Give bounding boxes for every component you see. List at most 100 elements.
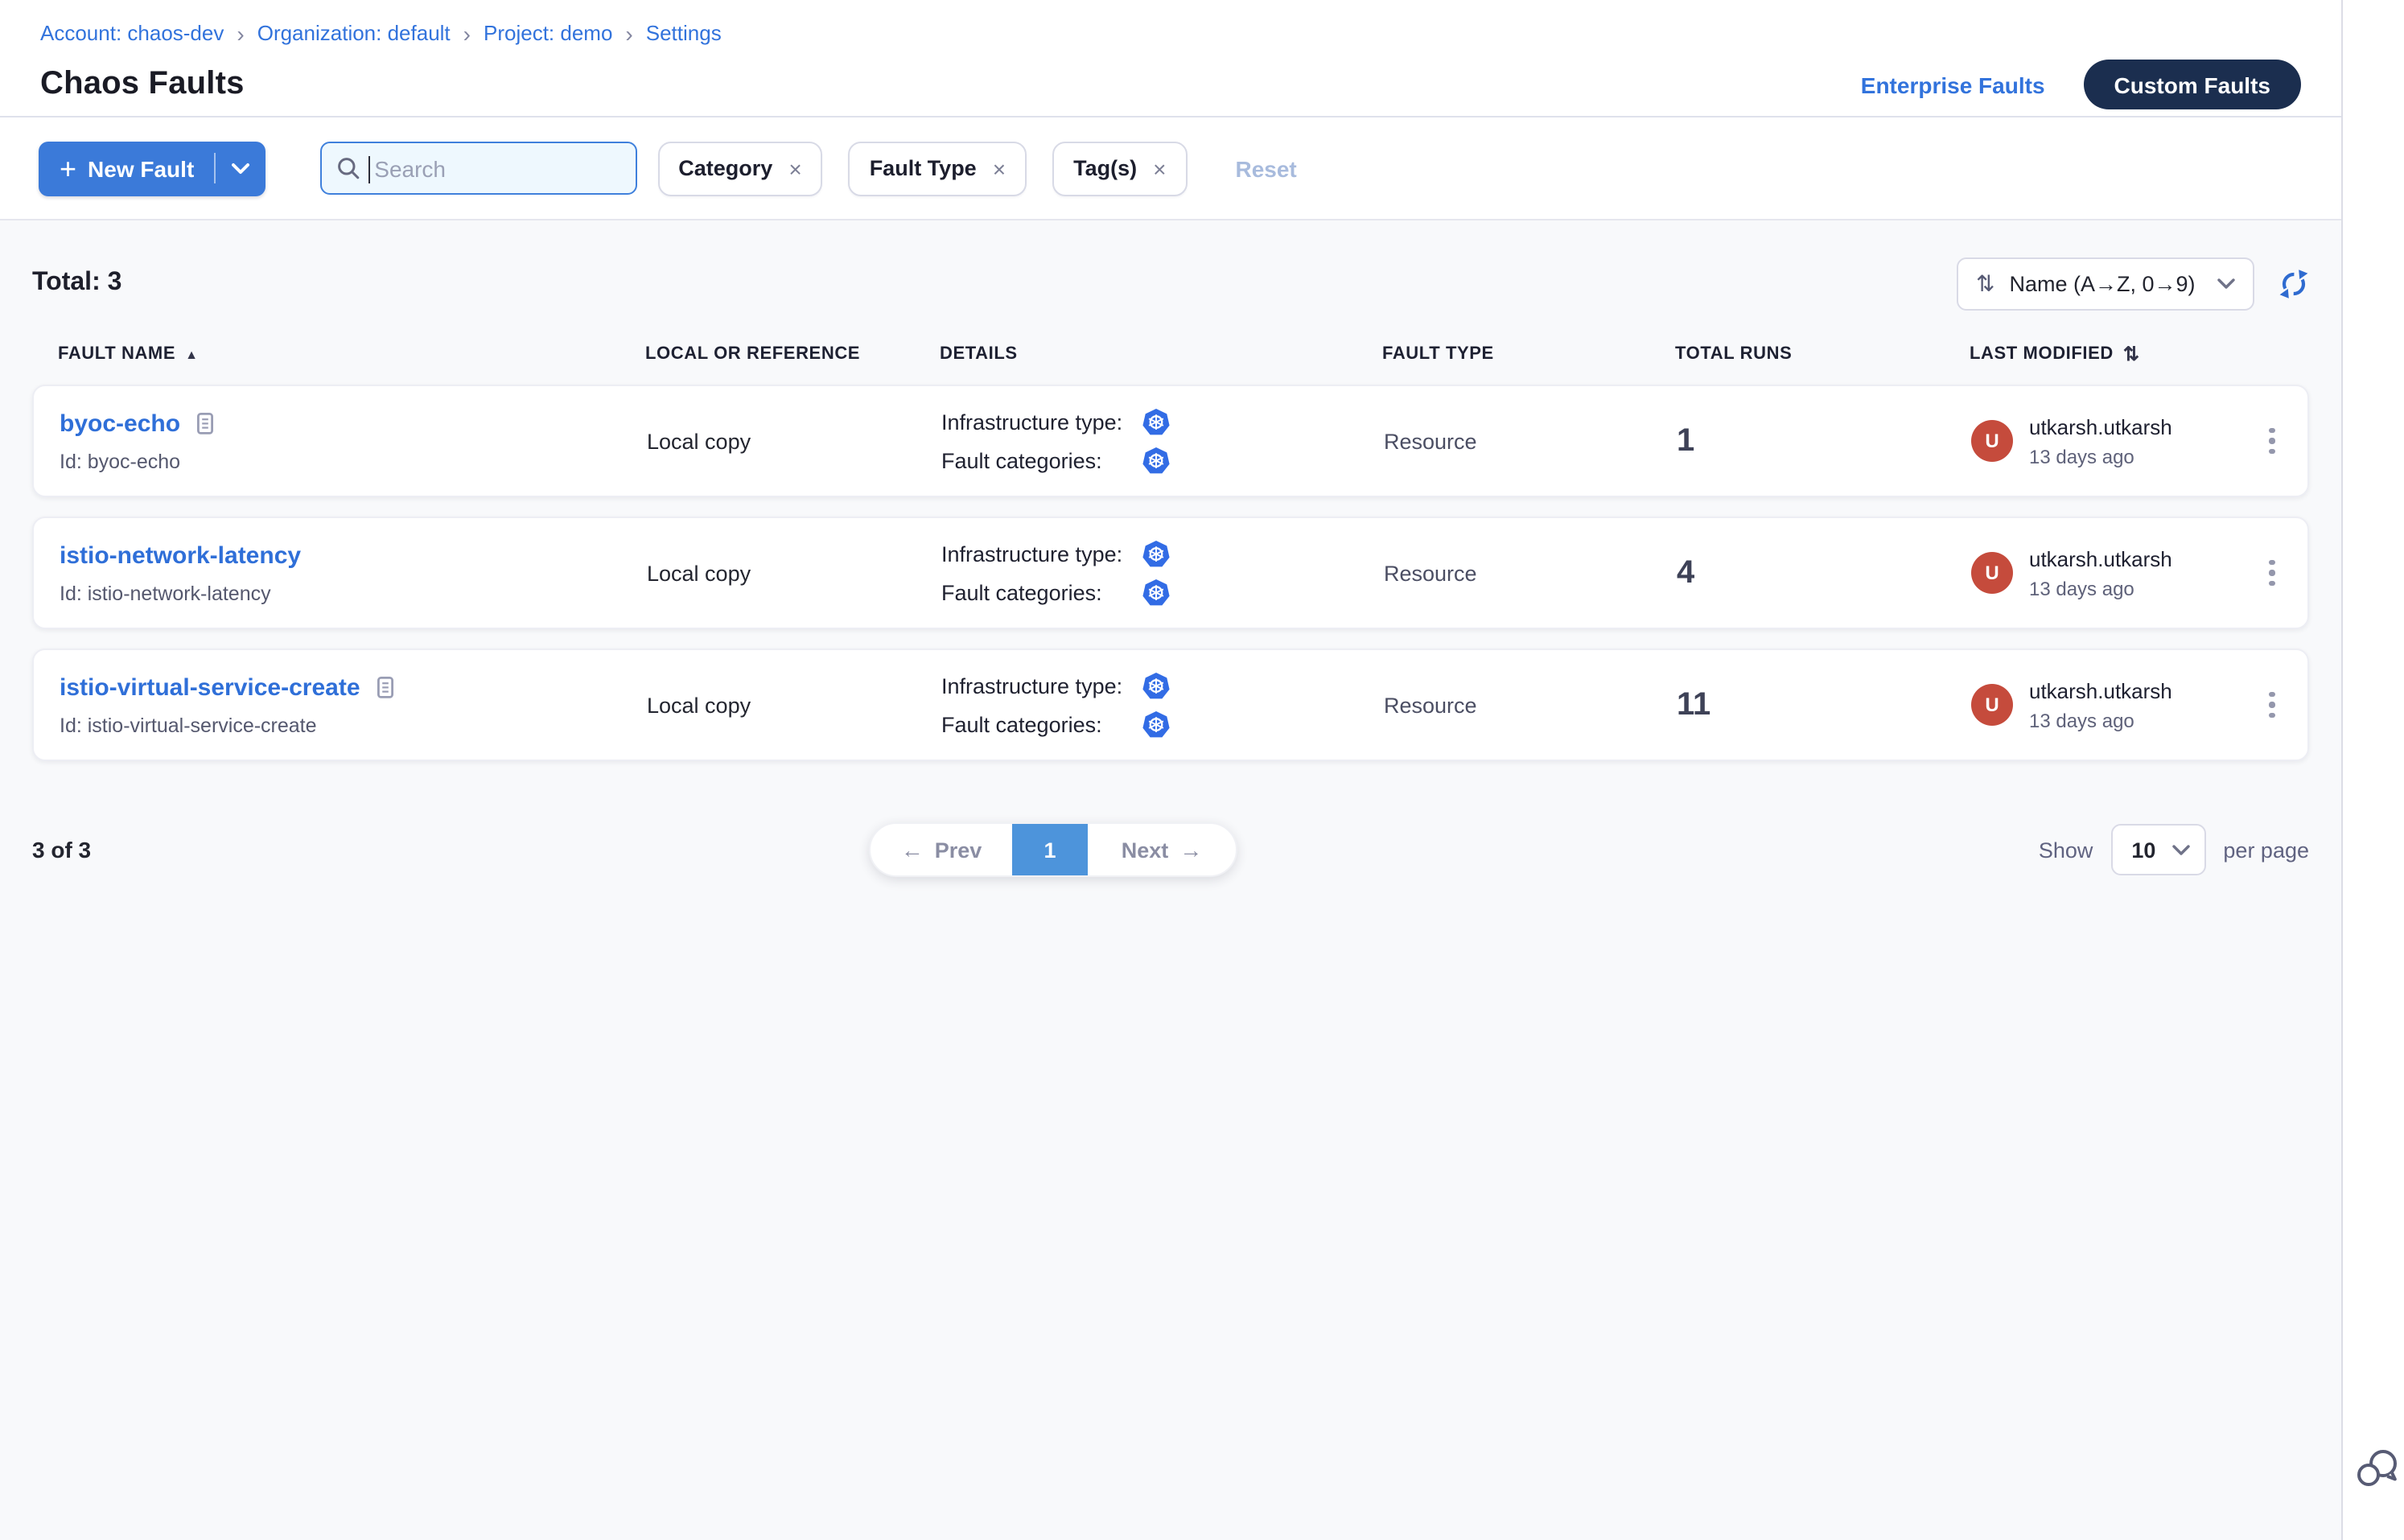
last-modified-cell: U utkarsh.utkarsh 13 days ago: [1971, 678, 2237, 731]
breadcrumb-organization-link[interactable]: Organization: default: [257, 21, 451, 45]
row-menu-cell: [2237, 422, 2307, 461]
modified-time: 13 days ago: [2029, 709, 2172, 731]
local-or-reference-value: Local copy: [647, 429, 941, 453]
close-icon[interactable]: ×: [993, 157, 1006, 179]
fault-name-link[interactable]: istio-virtual-service-create: [60, 673, 360, 701]
modified-by: utkarsh.utkarsh: [2029, 414, 2172, 439]
modified-time: 13 days ago: [2029, 577, 2172, 599]
infrastructure-type-label: Infrastructure type:: [941, 410, 1122, 434]
page-size-value: 10: [2131, 838, 2155, 862]
plus-icon: +: [60, 154, 76, 183]
fault-type-value: Resource: [1384, 429, 1677, 453]
modified-by: utkarsh.utkarsh: [2029, 546, 2172, 570]
breadcrumb-project-link[interactable]: Project: demo: [484, 21, 612, 45]
new-fault-button[interactable]: + New Fault: [39, 141, 265, 196]
total-runs-value: 11: [1677, 686, 1971, 723]
kubernetes-icon[interactable]: [1142, 447, 1384, 474]
close-icon[interactable]: ×: [788, 157, 801, 179]
custom-faults-button[interactable]: Custom Faults: [2084, 60, 2301, 109]
sort-updown-icon: ⇅: [2123, 343, 2140, 365]
page-size-select[interactable]: 10: [2110, 824, 2205, 875]
kubernetes-icon[interactable]: [1142, 408, 1384, 435]
fault-id: Id: istio-virtual-service-create: [60, 714, 647, 736]
chevron-down-icon[interactable]: [231, 162, 249, 175]
new-fault-label: New Fault: [88, 155, 194, 181]
avatar[interactable]: U: [1971, 552, 2013, 594]
kebab-menu-icon[interactable]: [2263, 422, 2282, 461]
avatar[interactable]: U: [1971, 684, 2013, 726]
kebab-menu-icon[interactable]: [2263, 686, 2282, 725]
search-field[interactable]: [374, 155, 622, 181]
title-row: Chaos Faults Enterprise Faults Custom Fa…: [40, 60, 2301, 109]
per-page-label: per page: [2223, 838, 2309, 862]
column-label: TOTAL RUNS: [1675, 344, 1792, 364]
kubernetes-icon[interactable]: [1142, 710, 1384, 738]
breadcrumb-account-link[interactable]: Account: chaos-dev: [40, 21, 224, 45]
sort-dropdown[interactable]: ⇅ Name (A→Z, 0→9): [1957, 257, 2254, 310]
column-fault-name[interactable]: FAULT NAME ▲: [58, 344, 645, 364]
breadcrumb-settings-link[interactable]: Settings: [646, 21, 722, 45]
table-row: byoc-echo Id: byoc-echo Local copy Infra…: [32, 385, 2309, 497]
current-page-button[interactable]: 1: [1012, 824, 1088, 875]
column-label: DETAILS: [940, 344, 1018, 364]
column-last-modified[interactable]: LAST MODIFIED ⇅: [1970, 343, 2238, 365]
filter-chip-category[interactable]: Category ×: [657, 141, 822, 196]
modified-time: 13 days ago: [2029, 445, 2172, 467]
show-label: Show: [2039, 838, 2093, 862]
filter-chip-label: Tag(s): [1073, 156, 1137, 180]
text-cursor: [368, 156, 370, 183]
column-total-runs: TOTAL RUNS: [1675, 344, 1970, 364]
breadcrumb: Account: chaos-dev › Organization: defau…: [40, 21, 2301, 45]
infrastructure-type-label: Infrastructure type:: [941, 673, 1122, 698]
infrastructure-type-label: Infrastructure type:: [941, 541, 1122, 566]
arrow-right-icon: →: [1179, 837, 1202, 863]
avatar[interactable]: U: [1971, 420, 2013, 462]
column-label: FAULT TYPE: [1382, 344, 1494, 364]
refresh-button[interactable]: [2278, 268, 2309, 299]
kebab-menu-icon[interactable]: [2263, 554, 2282, 593]
fault-id: Id: istio-network-latency: [60, 582, 647, 604]
fault-type-value: Resource: [1384, 693, 1677, 717]
details-cell: Infrastructure type: Fault categories:: [941, 408, 1384, 474]
filter-chip-fault-type[interactable]: Fault Type ×: [849, 141, 1027, 196]
fault-name-link[interactable]: istio-network-latency: [60, 541, 301, 569]
kubernetes-icon[interactable]: [1142, 540, 1384, 567]
pagination-footer: 3 of 3 ← Prev 1 Next → Show 10: [32, 822, 2309, 877]
chevron-down-icon: [2171, 844, 2189, 855]
content-area: Total: 3 ⇅ Name (A→Z, 0→9): [0, 220, 2341, 1540]
row-menu-cell: [2237, 686, 2307, 725]
filter-chip-label: Fault Type: [870, 156, 977, 180]
page-header: Account: chaos-dev › Organization: defau…: [0, 0, 2341, 117]
refresh-icon: [2278, 268, 2309, 299]
filter-chip-label: Category: [678, 156, 772, 180]
close-icon[interactable]: ×: [1153, 157, 1166, 179]
reset-button[interactable]: Reset: [1235, 155, 1296, 181]
fault-name-link[interactable]: byoc-echo: [60, 410, 180, 437]
copy-icon[interactable]: [195, 411, 216, 435]
fault-name-cell: istio-virtual-service-create Id: istio-v…: [60, 673, 647, 736]
details-cell: Infrastructure type: Fault categories:: [941, 540, 1384, 606]
page-title: Chaos Faults: [40, 66, 245, 103]
arrow-left-icon: ←: [901, 837, 924, 863]
chat-bubbles-icon[interactable]: [2356, 1448, 2404, 1498]
column-fault-type: FAULT TYPE: [1382, 344, 1675, 364]
search-input[interactable]: [319, 142, 636, 195]
prev-page-button[interactable]: ← Prev: [871, 824, 1012, 875]
toolbar: + New Fault Category ×: [0, 117, 2341, 220]
column-label: LOCAL OR REFERENCE: [645, 344, 860, 364]
next-page-button[interactable]: Next →: [1088, 824, 1236, 875]
fault-categories-label: Fault categories:: [941, 712, 1122, 736]
list-controls: Total: 3 ⇅ Name (A→Z, 0→9): [32, 256, 2309, 311]
chevron-down-icon: [2217, 278, 2235, 289]
enterprise-faults-link[interactable]: Enterprise Faults: [1861, 72, 2045, 97]
fault-name-cell: byoc-echo Id: byoc-echo: [60, 410, 647, 472]
local-or-reference-value: Local copy: [647, 693, 941, 717]
filter-chips: Category × Fault Type × Tag(s) ×: [657, 141, 1187, 196]
fault-type-value: Resource: [1384, 561, 1677, 585]
filter-chip-tags[interactable]: Tag(s) ×: [1052, 141, 1187, 196]
fault-categories-label: Fault categories:: [941, 580, 1122, 604]
pagination: ← Prev 1 Next →: [869, 822, 1237, 877]
kubernetes-icon[interactable]: [1142, 579, 1384, 606]
kubernetes-icon[interactable]: [1142, 672, 1384, 699]
copy-icon[interactable]: [375, 675, 396, 699]
